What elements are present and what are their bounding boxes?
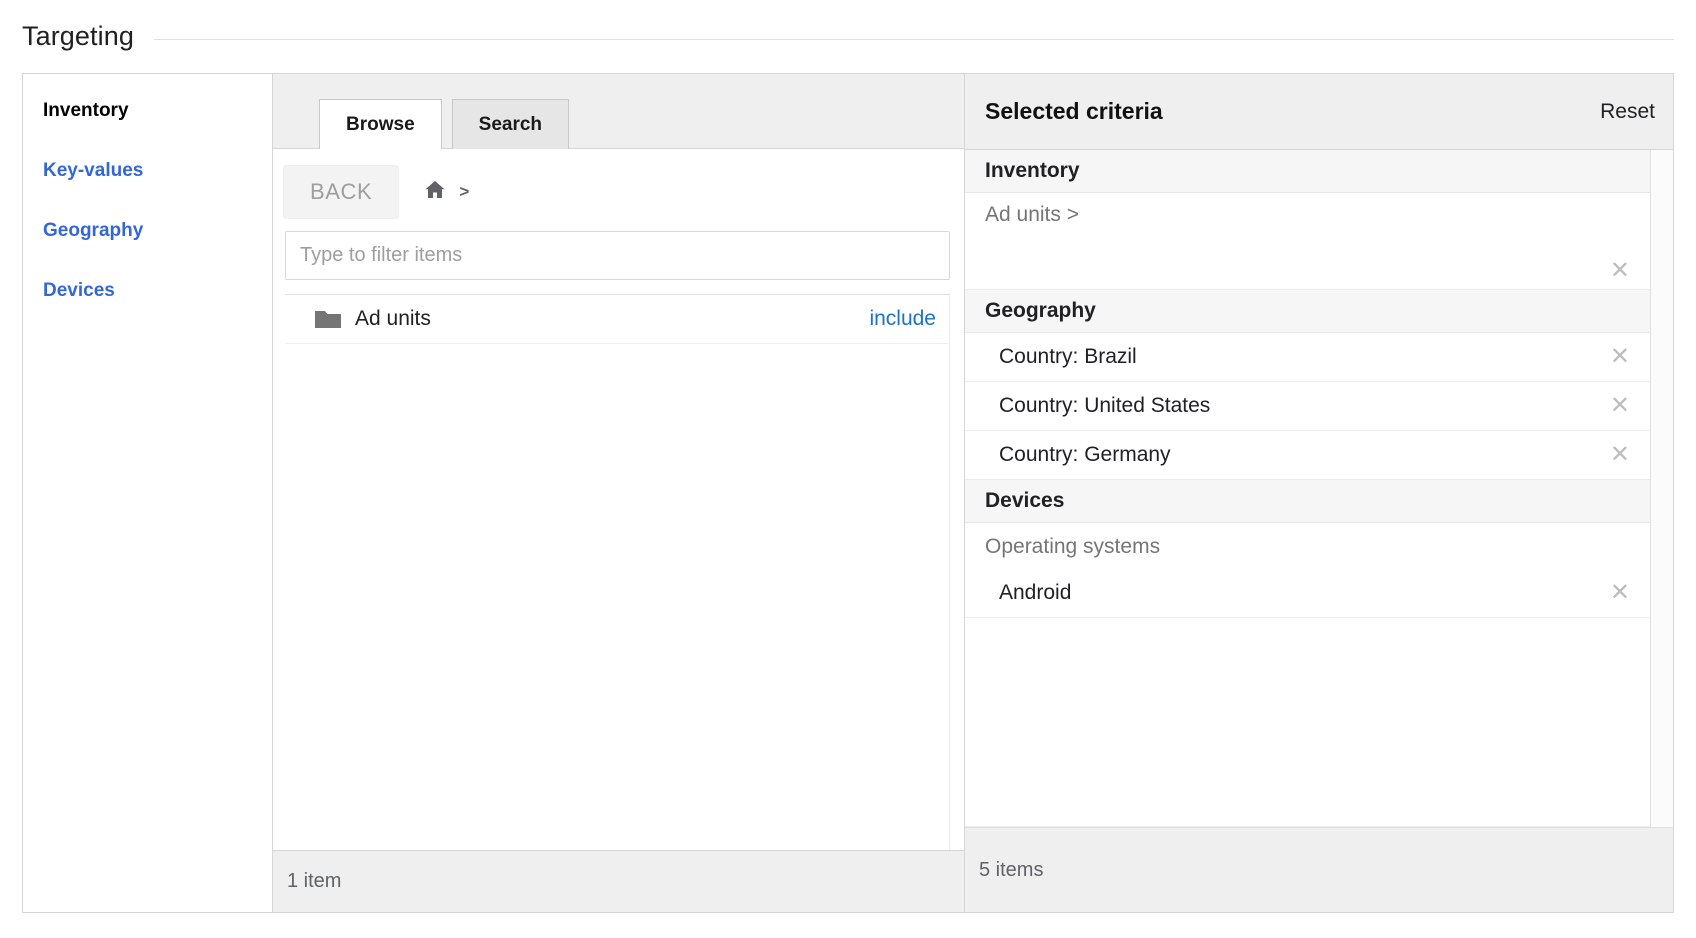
breadcrumb: >: [421, 178, 469, 207]
criteria-row: Android ✕: [965, 569, 1650, 618]
browse-panel: BrowseSearch BACK > Ad units include 1 it…: [273, 74, 965, 912]
criteria-row: Country: Germany ✕: [965, 431, 1650, 480]
browse-list: Ad units include: [285, 294, 964, 850]
remove-criteria-button[interactable]: ✕: [1610, 394, 1630, 418]
tab-strip: Browse Search: [273, 74, 964, 149]
criteria-group-header: Devices: [965, 480, 1650, 523]
criteria-row-label: Ad units >: [985, 203, 1079, 226]
tab-browse[interactable]: Browse: [319, 99, 442, 149]
remove-criteria-button[interactable]: ✕: [1610, 345, 1630, 369]
filter-field-wrap: [273, 219, 964, 280]
selected-criteria-panel: Selected criteria Reset Inventory Ad unit…: [965, 74, 1673, 912]
browse-item-count: 1 item: [287, 870, 342, 892]
breadcrumb-separator: >: [459, 182, 470, 201]
sidebar-item-devices[interactable]: Devices: [23, 280, 272, 302]
page-title: Targeting: [22, 20, 134, 51]
selected-criteria-header: Selected criteria Reset: [965, 74, 1673, 150]
browse-footer: 1 item: [273, 850, 964, 912]
criteria-list-filler: [965, 618, 1650, 827]
sidebar-item-key-values[interactable]: Key-values: [23, 160, 272, 182]
criteria-group-header: Inventory: [965, 150, 1650, 193]
selected-criteria-body: Inventory Ad units > ✕ Geography Country: Br…: [965, 150, 1673, 828]
sidebar-item-inventory: Inventory: [43, 100, 129, 121]
criteria-group-header: Geography: [965, 290, 1650, 333]
selected-item-count: 5 items: [979, 858, 1044, 881]
remove-criteria-button[interactable]: ✕: [1610, 581, 1630, 605]
selected-criteria-footer: 5 items: [965, 828, 1673, 912]
criteria-sub-label: Operating systems: [985, 535, 1161, 558]
selected-criteria-list: Inventory Ad units > ✕ Geography Country: Br…: [965, 150, 1650, 827]
back-button[interactable]: BACK: [283, 165, 400, 219]
remove-criteria-button[interactable]: ✕: [1610, 443, 1630, 467]
selected-criteria-title: Selected criteria: [985, 98, 1163, 124]
tab-search[interactable]: Search: [451, 99, 570, 149]
home-icon[interactable]: [421, 178, 449, 207]
browse-toolbar: BACK >: [273, 149, 964, 219]
targeting-panel: Inventory Key-values Geography Devices Brow…: [22, 73, 1674, 913]
criteria-row: Country: Brazil ✕: [965, 333, 1650, 382]
remove-criteria-button[interactable]: ✕: [1610, 259, 1630, 283]
criteria-row-label: Country: United States: [999, 394, 1211, 417]
browse-row-label: Ad units: [355, 307, 431, 330]
title-divider: [153, 38, 1674, 40]
sidebar-item-geography[interactable]: Geography: [23, 220, 272, 242]
criteria-row-label: Country: Brazil: [999, 345, 1137, 368]
criteria-row-label: Country: Germany: [999, 443, 1171, 466]
criteria-row-label: Android: [999, 581, 1072, 604]
selected-criteria-scrollbar[interactable]: [1650, 150, 1673, 827]
browse-row[interactable]: Ad units include: [285, 295, 950, 344]
folder-icon: [315, 309, 341, 329]
reset-button[interactable]: Reset: [1600, 100, 1655, 124]
criteria-row: Country: United States ✕: [965, 382, 1650, 431]
filter-input[interactable]: [285, 231, 950, 280]
include-link[interactable]: include: [869, 307, 944, 331]
browse-scrollbar[interactable]: [949, 295, 964, 850]
criteria-row: Ad units > ✕: [965, 193, 1650, 290]
page-header: Targeting: [0, 0, 1696, 58]
category-sidebar: Inventory Key-values Geography Devices: [23, 74, 273, 912]
